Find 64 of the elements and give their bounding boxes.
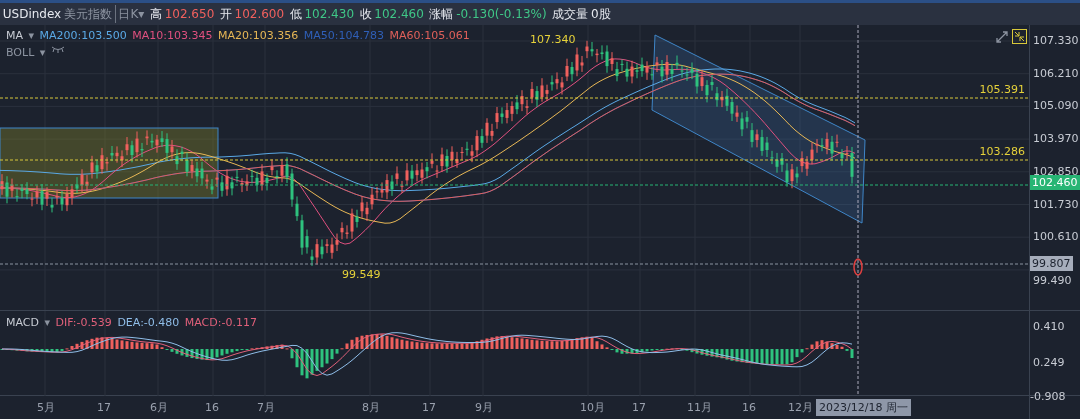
quote-value: 102.650 — [164, 6, 215, 23]
indicator-label: BOLL — [6, 45, 35, 61]
caret-icon[interactable]: ▾ — [44, 315, 50, 332]
cursor-price-tag: 99.807 — [1030, 256, 1073, 271]
quote-value: -0.130(-0.13%) — [456, 6, 547, 23]
macd-axis-label: 0.410 — [1033, 321, 1065, 332]
date-axis-label: 5月 — [37, 402, 55, 413]
expand-icon[interactable] — [995, 30, 1009, 44]
indicator-label: MA — [6, 28, 23, 44]
macd-value: DIF:-0.539 — [55, 315, 112, 331]
price-marker-icon — [853, 258, 863, 276]
caret-icon[interactable]: ▾ — [39, 45, 46, 62]
macd-value: DEA:-0.480 — [117, 315, 180, 331]
low-price-label: 99.549 — [342, 269, 381, 280]
level-line-label: 105.391 — [979, 84, 1025, 95]
price-axis-label: 105.090 — [1033, 100, 1079, 112]
indicator-label: MACD — [6, 315, 39, 331]
fullscreen-icon[interactable] — [1012, 29, 1027, 44]
price-axis-label: 102.850 — [1033, 165, 1079, 177]
price-axis-label: 101.730 — [1033, 198, 1079, 210]
high-price-label: 107.340 — [530, 34, 576, 45]
date-axis-label: 11月 — [687, 402, 712, 413]
quote-value: 0股 — [590, 6, 611, 23]
date-axis-label: 17 — [632, 402, 646, 413]
quote-label: 高 — [149, 6, 162, 23]
moving-average-value: MA10:103.345 — [132, 28, 213, 44]
moving-average-value: MA20:103.356 — [218, 28, 299, 44]
date-axis-label: 9月 — [475, 402, 493, 413]
quote-label: 开 — [219, 6, 232, 23]
eye-closed-icon[interactable] — [50, 45, 65, 53]
moving-average-value: MA200:103.500 — [39, 28, 127, 44]
date-axis-label: 7月 — [257, 402, 275, 413]
date-axis-label: 17 — [422, 402, 436, 413]
price-axis-label: 103.970 — [1033, 133, 1079, 145]
moving-average-value: MA60:105.061 — [389, 28, 470, 44]
price-axis-label: 107.330 — [1033, 35, 1079, 46]
date-axis-label: 6月 — [150, 402, 168, 413]
macd-axis-label: 0.249 — [1033, 357, 1065, 368]
quote-label: 收 — [359, 6, 372, 23]
quote-label: 成交量 — [552, 6, 589, 23]
date-axis-label: 10月 — [580, 402, 605, 413]
macd-value: MACD:-0.117 — [184, 315, 257, 331]
quote-value: 102.600 — [234, 6, 285, 23]
symbol-name: USDindex — [2, 6, 62, 23]
quote-label: 低 — [289, 6, 302, 23]
symbol-title: 美元指数 — [64, 6, 112, 23]
level-line-label: 103.286 — [979, 146, 1025, 157]
current-price-tag: 102.460 — [1030, 175, 1080, 191]
date-axis-label: 16 — [742, 402, 756, 413]
macd-axis-label: -0.908 — [1030, 391, 1066, 402]
caret-icon[interactable]: ▾ — [28, 28, 35, 45]
period-dropdown[interactable]: 日K▾ — [114, 5, 145, 23]
price-axis-label: 100.610 — [1033, 231, 1079, 243]
date-axis-label: 17 — [97, 402, 111, 413]
price-axis-label: 99.490 — [1033, 275, 1072, 286]
quote-label: 涨幅 — [429, 6, 454, 23]
quote-value: 102.460 — [374, 6, 424, 23]
moving-average-value: MA50:104.783 — [303, 28, 384, 44]
date-axis-label: 12月 — [788, 402, 813, 413]
cursor-date-tag: 2023/12/18 周一 — [816, 399, 911, 416]
date-axis-label: 16 — [205, 402, 219, 413]
price-axis-label: 106.210 — [1033, 67, 1079, 79]
quote-value: 102.430 — [304, 6, 354, 23]
date-axis-label: 8月 — [362, 402, 380, 413]
